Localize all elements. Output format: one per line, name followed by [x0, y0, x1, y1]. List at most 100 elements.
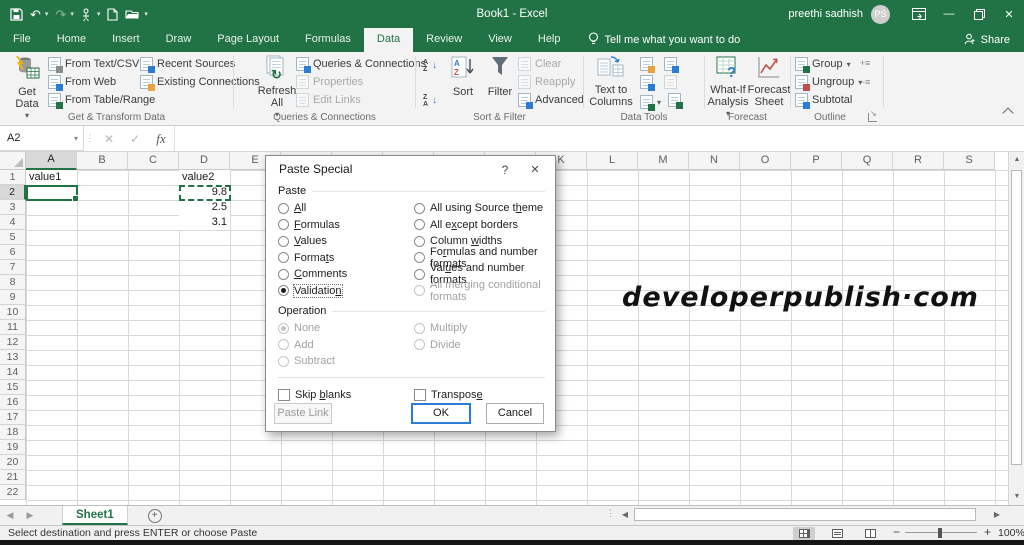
save-icon[interactable]	[10, 8, 23, 21]
radio-comments[interactable]: Comments	[278, 266, 414, 283]
close-button[interactable]: ✕	[994, 0, 1024, 28]
undo-icon[interactable]: ↶	[30, 8, 41, 21]
scroll-left-icon[interactable]: ◀	[618, 508, 632, 522]
row-header-8[interactable]: 8	[0, 275, 26, 290]
row-header-5[interactable]: 5	[0, 230, 26, 245]
subtotal-button[interactable]: Subtotal	[795, 91, 862, 109]
tab-home[interactable]: Home	[44, 28, 99, 52]
forecast-sheet-button[interactable]: Forecast Sheet	[749, 55, 789, 108]
dialog-close-icon[interactable]: ✕	[523, 161, 547, 179]
customize-qat-icon[interactable]: ▾	[144, 8, 148, 21]
touch-mode-dropdown-icon[interactable]: ▾	[97, 8, 101, 21]
show-detail-icon[interactable]: +≡	[857, 58, 873, 69]
column-header-B[interactable]: B	[77, 152, 128, 170]
row-header-17[interactable]: 17	[0, 410, 26, 425]
horizontal-scroll-thumb[interactable]	[634, 508, 976, 521]
filter-button[interactable]: Filter	[484, 55, 516, 98]
column-header-D[interactable]: D	[179, 152, 230, 170]
zoom-level[interactable]: 100%	[998, 527, 1024, 539]
tab-scroll-splitter[interactable]: ⋮	[606, 508, 616, 519]
ungroup-button[interactable]: Ungroup	[795, 73, 862, 91]
open-folder-icon[interactable]	[125, 8, 140, 20]
cancel-button[interactable]: Cancel	[486, 403, 544, 424]
share-button[interactable]: Share	[964, 28, 1010, 52]
scroll-up-icon[interactable]: ▲	[1009, 152, 1024, 168]
collapse-ribbon-icon[interactable]	[1002, 107, 1013, 118]
formula-input[interactable]	[174, 126, 1024, 151]
row-header-1[interactable]: 1	[0, 170, 26, 185]
tab-formulas[interactable]: Formulas	[292, 28, 364, 52]
radio-formats[interactable]: Formats	[278, 250, 414, 267]
normal-view-button[interactable]	[793, 527, 815, 540]
row-header-16[interactable]: 16	[0, 395, 26, 410]
tab-insert[interactable]: Insert	[99, 28, 153, 52]
name-box[interactable]: A2▾	[0, 126, 84, 151]
row-header-13[interactable]: 13	[0, 350, 26, 365]
cell-D4[interactable]: 3.1	[179, 215, 230, 230]
row-header-15[interactable]: 15	[0, 380, 26, 395]
column-header-C[interactable]: C	[128, 152, 179, 170]
row-header-11[interactable]: 11	[0, 320, 26, 335]
column-header-Q[interactable]: Q	[842, 152, 893, 170]
checkbox-transpose[interactable]: Transpose	[414, 387, 555, 404]
column-header-N[interactable]: N	[689, 152, 740, 170]
dialog-help-icon[interactable]: ?	[493, 161, 517, 179]
from-table-range-button[interactable]: From Table/Range	[48, 91, 155, 109]
row-header-3[interactable]: 3	[0, 200, 26, 215]
cell-A1[interactable]: value1	[26, 170, 77, 185]
row-header-22[interactable]: 22	[0, 485, 26, 500]
column-header-P[interactable]: P	[791, 152, 842, 170]
tab-view[interactable]: View	[475, 28, 525, 52]
what-if-analysis-button[interactable]: ? What-If Analysis	[707, 55, 749, 120]
queries-connections-button[interactable]: Queries & Connections	[296, 55, 426, 73]
hide-detail-icon[interactable]: −≡	[857, 77, 873, 88]
new-sheet-icon[interactable]: +	[148, 509, 162, 523]
tab-data[interactable]: Data	[364, 28, 413, 52]
vertical-scroll-thumb[interactable]	[1011, 170, 1022, 465]
tab-page-layout[interactable]: Page Layout	[204, 28, 292, 52]
zoom-in-icon[interactable]: +	[984, 526, 991, 538]
radio-validation[interactable]: Validation	[278, 283, 414, 300]
row-header-20[interactable]: 20	[0, 455, 26, 470]
user-name[interactable]: preethi sadhish	[788, 8, 863, 20]
tab-review[interactable]: Review	[413, 28, 475, 52]
scroll-right-icon[interactable]: ▶	[990, 508, 1004, 522]
column-header-S[interactable]: S	[944, 152, 995, 170]
sort-descending-button[interactable]: ZA↓	[423, 92, 437, 110]
ok-button[interactable]: OK	[411, 403, 471, 424]
undo-dropdown-icon[interactable]: ▾	[45, 8, 49, 21]
restore-button[interactable]	[964, 0, 994, 28]
scroll-down-icon[interactable]: ▼	[1009, 489, 1024, 505]
tell-me-box[interactable]: Tell me what you want to do	[588, 28, 741, 52]
column-header-R[interactable]: R	[893, 152, 944, 170]
row-header-9[interactable]: 9	[0, 290, 26, 305]
new-file-icon[interactable]	[107, 8, 118, 21]
row-header-2[interactable]: 2	[0, 185, 26, 200]
row-header-14[interactable]: 14	[0, 365, 26, 380]
row-header-19[interactable]: 19	[0, 440, 26, 455]
consolidate-button[interactable]	[664, 57, 677, 74]
row-header-21[interactable]: 21	[0, 470, 26, 485]
text-to-columns-button[interactable]: Text to Columns	[588, 55, 634, 108]
flash-fill-button[interactable]	[640, 57, 653, 74]
tab-draw[interactable]: Draw	[153, 28, 205, 52]
row-header-10[interactable]: 10	[0, 305, 26, 320]
cell-D3[interactable]: 2.5	[179, 200, 230, 215]
cell-D1[interactable]: value2	[179, 170, 230, 185]
radio-all[interactable]: All	[278, 200, 414, 217]
formula-bar-splitter[interactable]: ⋮	[84, 126, 96, 151]
name-box-dropdown-icon[interactable]: ▾	[74, 134, 78, 143]
outline-dialog-launcher-icon[interactable]	[868, 113, 877, 122]
column-header-M[interactable]: M	[638, 152, 689, 170]
radio-values[interactable]: Values	[278, 233, 414, 250]
remove-duplicates-button[interactable]	[640, 75, 653, 92]
data-validation-button[interactable]	[640, 93, 661, 111]
tab-file[interactable]: File	[0, 28, 44, 52]
row-header-12[interactable]: 12	[0, 335, 26, 350]
ribbon-display-options-icon[interactable]	[904, 0, 934, 28]
sort-ascending-button[interactable]: AZ↓	[423, 57, 437, 75]
minimize-button[interactable]: —	[934, 0, 964, 28]
prev-sheet-icon[interactable]: ◀	[0, 506, 20, 525]
zoom-out-icon[interactable]: −	[893, 527, 900, 538]
tab-help[interactable]: Help	[525, 28, 574, 52]
